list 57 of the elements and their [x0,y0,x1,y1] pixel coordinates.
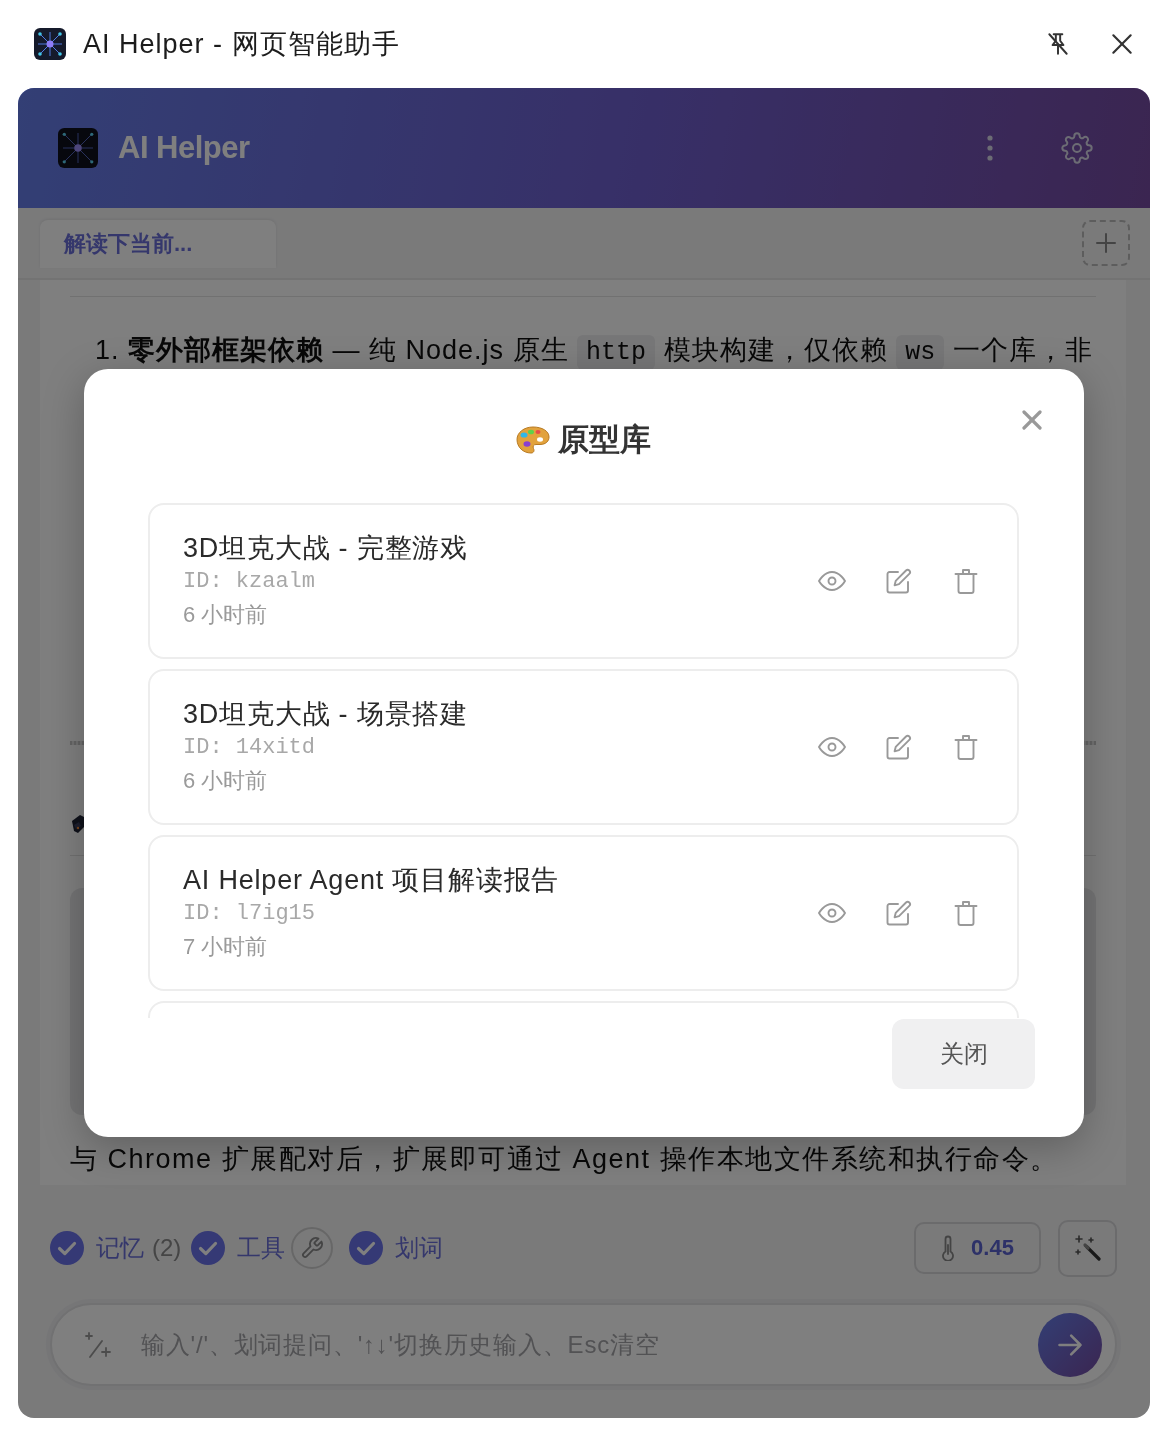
more-button[interactable] [987,135,993,161]
prototype-id: ID: kzaalm [183,568,317,596]
prototype-time: 7 小时前 [183,933,269,961]
plus-icon [1096,233,1116,253]
temperature-button[interactable]: 0.45 [914,1222,1041,1274]
close-icon [1022,410,1042,430]
network-logo-icon [58,128,98,168]
delete-button[interactable] [952,733,980,761]
dialog-close-button[interactable] [1020,408,1044,432]
pin-off-icon [1045,31,1071,57]
close-dialog-button[interactable]: 关闭 [892,1019,1035,1089]
network-logo-icon [34,28,66,60]
prototype-id: ID: l7ig15 [183,900,317,928]
send-button[interactable] [1038,1312,1102,1377]
feature-toggle[interactable]: 工具 [191,1228,286,1268]
conversation-tab[interactable]: 解读下当前... [40,220,276,268]
trash-icon [952,900,980,926]
trash-icon [952,568,980,594]
window-title: AI Helper - 网页智能助手 [83,28,400,61]
sparkle-icon [84,1330,112,1359]
app-title: AI Helper [118,130,250,166]
trash-icon [952,734,980,760]
delete-button[interactable] [952,567,980,595]
prototype-title: 3D坦克大战 - 完整游戏 [183,532,469,565]
close-button[interactable] [1109,31,1135,57]
prototype-title: AI Helper Agent 项目解读报告 [183,864,561,897]
pin-button[interactable] [1045,31,1071,57]
edit-icon [885,900,913,926]
edit-icon [885,734,913,760]
prototype-time: 6 小时前 [183,601,269,629]
eye-icon [818,734,846,760]
prototype-id: ID: 14xitd [183,734,317,762]
edit-button[interactable] [885,567,913,595]
thermometer-icon [941,1235,956,1261]
dialog-title: 原型库 [558,421,651,459]
message-text: 与 Chrome 扩展配对后，扩展即可通过 Agent 操作本地文件系统和执行命令。 [70,1143,1060,1176]
new-tab-button[interactable] [1082,220,1130,266]
prototype-title: 3D坦克大战 - 场景搭建 [183,698,469,731]
settings-icon [1061,132,1093,164]
close-icon [1109,31,1135,57]
feature-toggle[interactable]: 划词 [349,1228,444,1268]
magic-wand-icon [1074,1235,1101,1261]
prototype-time: 6 小时前 [183,767,269,795]
edit-icon [885,568,913,594]
eye-icon [818,900,846,926]
eye-icon [818,568,846,594]
list-item-text: 1. 零外部框架依赖 — 纯 Node.js 原生 http 模块构建，仅依赖 ws 一个库，非 [70,330,1096,373]
edit-button[interactable] [885,733,913,761]
wrench-icon [300,1236,325,1260]
assistant-avatar-icon [70,813,84,835]
palette-icon [516,426,550,454]
settings-button[interactable] [1061,132,1093,164]
delete-button[interactable] [952,899,980,927]
edit-button[interactable] [885,899,913,927]
more-icon [987,135,993,161]
tool-settings-button[interactable] [291,1227,334,1269]
magic-wand-button[interactable] [1058,1219,1117,1277]
